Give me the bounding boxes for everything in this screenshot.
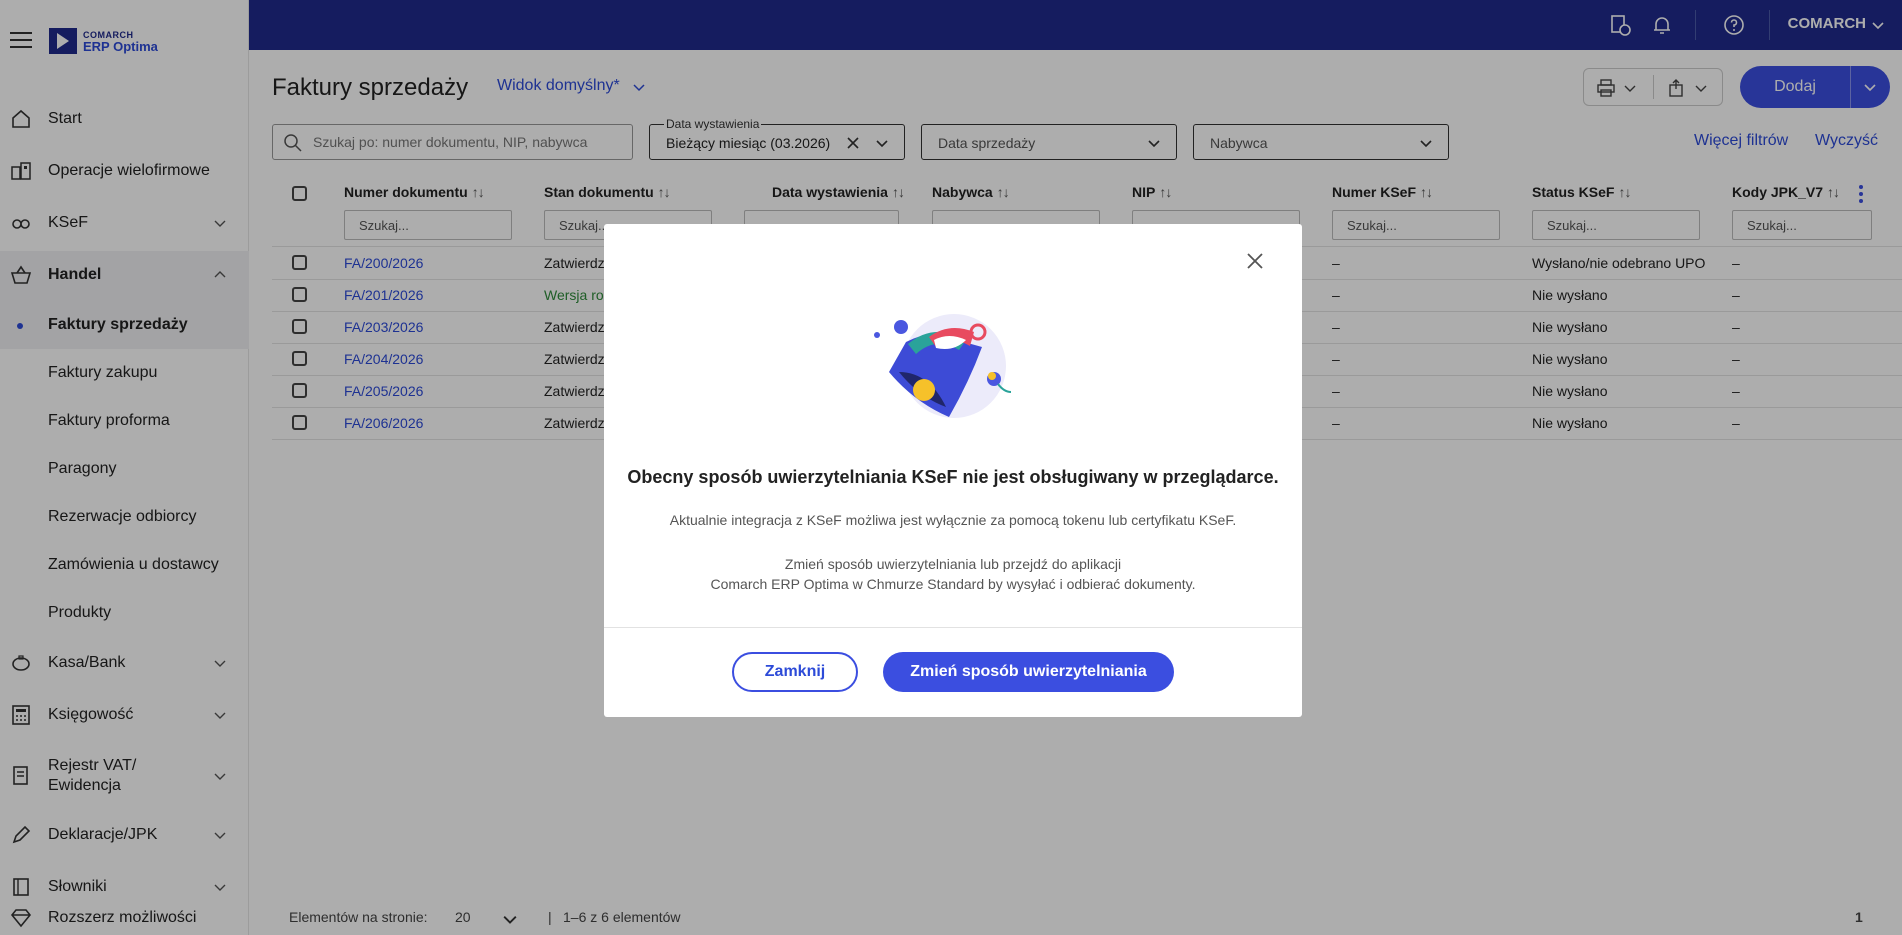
dialog-text-1: Aktualnie integracja z KSeF możliwa jest… (669, 512, 1237, 528)
dialog-text-2: Zmień sposób uwierzytelniania lub przejd… (784, 556, 1122, 572)
change-auth-button[interactable]: Zmień sposób uwierzytelniania (883, 652, 1174, 692)
close-icon[interactable] (1246, 252, 1264, 270)
dialog-title: Obecny sposób uwierzytelniania KSeF nie … (627, 467, 1279, 487)
dialog-text-3: Comarch ERP Optima w Chmurze Standard by… (710, 576, 1196, 592)
ksef-auth-dialog: Obecny sposób uwierzytelniania KSeF nie … (604, 224, 1302, 717)
close-button[interactable]: Zamknij (732, 652, 858, 692)
bell-illustration-icon (874, 314, 1012, 418)
